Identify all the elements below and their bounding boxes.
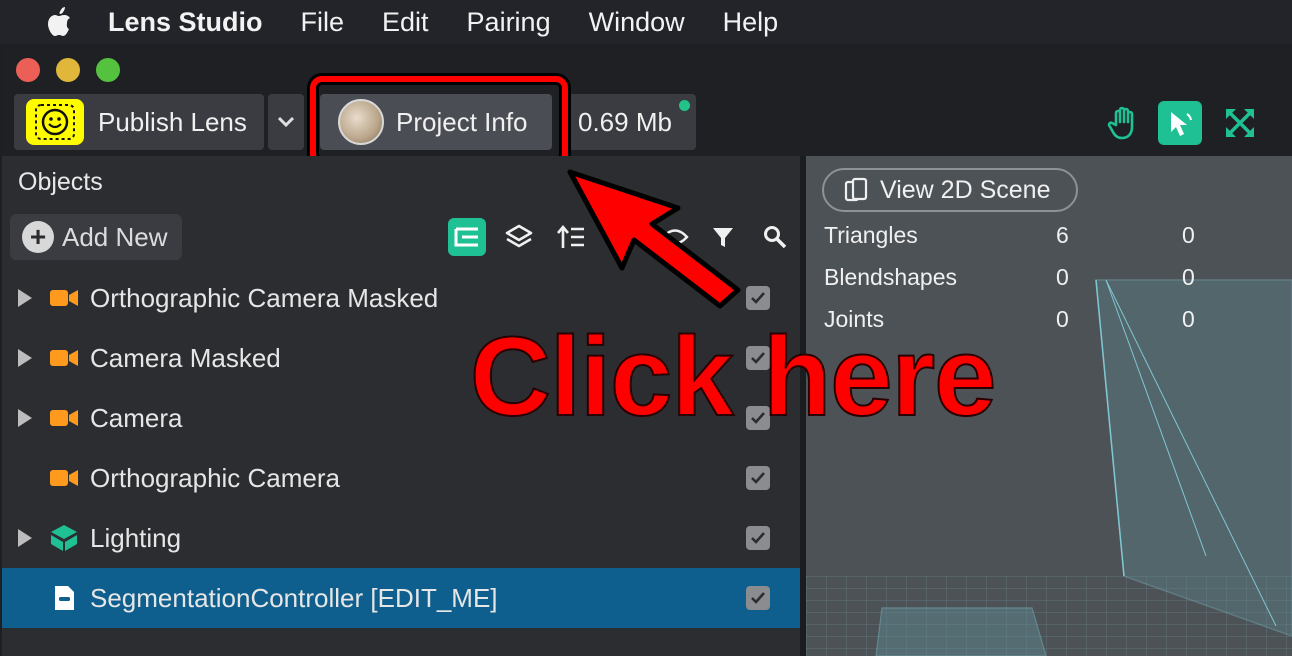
object-label: Camera Masked bbox=[90, 342, 281, 373]
snapcode-icon bbox=[26, 99, 84, 145]
annotation-highlight-box bbox=[310, 76, 568, 166]
chevron-down-icon bbox=[277, 116, 295, 128]
rotate-tool-button[interactable] bbox=[1276, 101, 1292, 145]
stat-name: Blendshapes bbox=[824, 264, 957, 290]
object-row[interactable]: SegmentationController [EDIT_ME] bbox=[2, 568, 800, 628]
annotation-click-here-text: Click here bbox=[469, 313, 997, 440]
objects-panel-title: Objects bbox=[18, 168, 103, 196]
enabled-checkbox[interactable] bbox=[746, 466, 770, 490]
list-icon bbox=[454, 227, 478, 247]
enabled-checkbox[interactable] bbox=[746, 526, 770, 550]
stat-row-triangles: Triangles 6 0 bbox=[824, 222, 1284, 264]
object-row[interactable]: Orthographic Camera bbox=[2, 448, 800, 508]
add-new-label: Add New bbox=[62, 221, 168, 252]
lens-size-indicator[interactable]: 0.69 Mb bbox=[568, 94, 696, 150]
stat-name: Triangles bbox=[824, 222, 918, 248]
stat-row-blendshapes: Blendshapes 0 0 bbox=[824, 264, 1284, 306]
stat-value: 0 bbox=[1182, 306, 1195, 332]
lens-size-label: 0.69 Mb bbox=[578, 106, 672, 137]
add-new-button[interactable]: + Add New bbox=[10, 214, 182, 260]
expand-arrows-icon bbox=[1226, 109, 1254, 137]
cursor-icon bbox=[1171, 112, 1192, 136]
enabled-checkbox[interactable] bbox=[746, 586, 770, 610]
layers-button[interactable] bbox=[500, 218, 538, 256]
stat-value: 0 bbox=[1182, 264, 1195, 290]
annotation-arrow-icon bbox=[567, 169, 741, 309]
lighting-icon bbox=[48, 524, 80, 552]
plus-icon: + bbox=[22, 221, 54, 253]
maximize-window-button[interactable] bbox=[96, 58, 120, 82]
view-2d-scene-button[interactable]: View 2D Scene bbox=[822, 168, 1078, 212]
stat-value: 0 bbox=[1056, 306, 1069, 332]
layers-icon bbox=[505, 224, 533, 248]
menu-help[interactable]: Help bbox=[723, 7, 779, 38]
apple-icon[interactable] bbox=[40, 5, 80, 39]
title-toolbar: Publish Lens Project Info 0.69 Mb bbox=[2, 46, 1292, 166]
camera-icon bbox=[48, 464, 80, 492]
list-view-button[interactable] bbox=[448, 218, 486, 256]
stat-value: 0 bbox=[1056, 264, 1069, 290]
publish-dropdown-button[interactable] bbox=[268, 94, 304, 150]
menu-app-name[interactable]: Lens Studio bbox=[108, 7, 263, 38]
object-label: Orthographic Camera bbox=[90, 462, 340, 493]
expand-arrow-icon[interactable] bbox=[18, 349, 32, 367]
expand-arrow-icon[interactable] bbox=[18, 289, 32, 307]
minimize-window-button[interactable] bbox=[56, 58, 80, 82]
script-icon bbox=[48, 584, 80, 612]
menu-pairing[interactable]: Pairing bbox=[467, 7, 551, 38]
menu-edit[interactable]: Edit bbox=[382, 7, 429, 38]
hand-tool-button[interactable] bbox=[1102, 101, 1146, 145]
camera-icon bbox=[48, 344, 80, 372]
expand-arrow-icon[interactable] bbox=[18, 529, 32, 547]
hand-icon bbox=[1107, 106, 1134, 140]
search-button[interactable] bbox=[756, 218, 794, 256]
search-icon bbox=[764, 226, 787, 249]
publish-lens-label: Publish Lens bbox=[98, 106, 247, 137]
menu-window[interactable]: Window bbox=[589, 7, 685, 38]
object-row[interactable]: Lighting bbox=[2, 508, 800, 568]
stat-value: 0 bbox=[1182, 222, 1195, 248]
stat-value: 6 bbox=[1056, 222, 1069, 248]
expand-arrow-icon[interactable] bbox=[18, 409, 32, 427]
object-label: Lighting bbox=[90, 522, 182, 553]
camera-icon bbox=[48, 284, 80, 312]
close-window-button[interactable] bbox=[16, 58, 40, 82]
expand-tool-button[interactable] bbox=[1218, 101, 1262, 145]
object-label: Orthographic Camera Masked bbox=[90, 282, 439, 313]
object-label: SegmentationController [EDIT_ME] bbox=[90, 582, 498, 613]
menu-bar: Lens Studio File Edit Pairing Window Hel… bbox=[0, 0, 1292, 44]
menu-file[interactable]: File bbox=[301, 7, 345, 38]
view-2d-scene-label: View 2D Scene bbox=[880, 175, 1051, 204]
status-dot bbox=[679, 100, 690, 111]
devices-icon bbox=[842, 175, 872, 205]
camera-icon bbox=[48, 404, 80, 432]
object-label: Camera bbox=[90, 402, 183, 433]
select-tool-button[interactable] bbox=[1158, 101, 1202, 145]
publish-lens-button[interactable]: Publish Lens bbox=[14, 94, 264, 150]
